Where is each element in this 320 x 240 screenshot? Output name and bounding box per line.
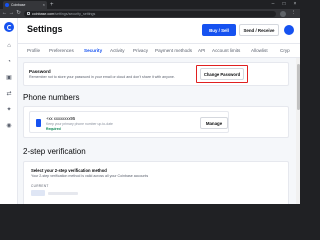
two-step-description: Your 2-step verification method is valid…: [31, 174, 149, 178]
url-path: /settings/security_settings: [54, 11, 96, 16]
tab-privacy[interactable]: Privacy: [133, 44, 148, 57]
phone-number: +xx xxxxxxxx95: [46, 116, 76, 121]
page-title: Settings: [27, 24, 63, 34]
password-card: Password Remember not to store your pass…: [23, 62, 289, 86]
rewards-icon[interactable]: ✦: [5, 106, 13, 114]
lock-icon: [27, 12, 30, 15]
password-title: Password: [29, 69, 51, 74]
browser-tab[interactable]: Coinbase ×: [3, 1, 47, 9]
phone-icon: [36, 119, 41, 127]
scrollbar-thumb[interactable]: [296, 64, 300, 110]
two-step-heading: 2-step verification: [23, 147, 86, 156]
url-text: coinbase.com/settings/security_settings: [32, 12, 95, 16]
window-close-icon[interactable]: ×: [290, 0, 300, 9]
current-method-label: CURRENT: [31, 184, 49, 188]
left-nav-rail: ⌂ ◔ ▣ ⇄ ✦ ◉: [0, 18, 18, 204]
coinbase-logo-icon[interactable]: [4, 22, 14, 32]
home-icon[interactable]: ⌂: [5, 42, 13, 50]
forward-icon[interactable]: →: [8, 9, 15, 18]
required-badge: Required: [46, 127, 61, 131]
app-header: Settings Buy / Sell Send / Receive: [18, 18, 300, 44]
browser-tab-title: Coinbase: [11, 3, 26, 7]
phone-numbers-heading: Phone numbers: [23, 93, 80, 102]
browser-menu-icon[interactable]: ⋮: [290, 9, 297, 18]
avatar[interactable]: [284, 25, 294, 35]
tab-close-icon[interactable]: ×: [43, 3, 45, 7]
tab-api[interactable]: API: [198, 44, 205, 57]
tab-preferences[interactable]: Preferences: [49, 44, 74, 57]
browser-profile-icon[interactable]: [280, 10, 286, 17]
tab-activity[interactable]: Activity: [110, 44, 125, 57]
portfolio-icon[interactable]: ◔: [5, 58, 13, 66]
new-tab-icon[interactable]: +: [50, 1, 54, 9]
reload-icon[interactable]: ↻: [15, 9, 22, 18]
phone-description: Keep your primary phone number up-to-dat…: [46, 121, 113, 126]
password-description: Remember not to store your password in y…: [29, 75, 175, 79]
tab-profile[interactable]: Profile: [27, 44, 40, 57]
coinbase-app: ⌂ ◔ ▣ ⇄ ✦ ◉ Settings Buy / Sell Send / R…: [0, 18, 300, 204]
tab-crypto[interactable]: Cryp: [280, 44, 290, 57]
buy-sell-button[interactable]: Buy / Sell: [202, 24, 236, 36]
current-method-row[interactable]: [48, 192, 78, 195]
tab-allowlist[interactable]: Allowlist: [251, 44, 268, 57]
browser-toolbar: ← → ↻ coinbase.com/settings/security_set…: [0, 9, 300, 18]
maximize-icon[interactable]: □: [279, 0, 289, 9]
url-host: coinbase.com: [32, 11, 55, 16]
phone-entry: +xx xxxxxxxx95 Keep your primary phone n…: [29, 111, 229, 133]
tab-payment-methods[interactable]: Payment methods: [155, 44, 192, 57]
scrollbar[interactable]: [296, 58, 300, 204]
two-step-title: Select your 2-step verification method: [31, 168, 107, 173]
send-receive-button[interactable]: Send / Receive: [239, 24, 279, 36]
assets-icon[interactable]: ▣: [5, 74, 13, 82]
back-icon[interactable]: ←: [1, 9, 8, 18]
minimize-icon[interactable]: –: [268, 0, 278, 9]
coinbase-favicon-icon: [5, 3, 9, 7]
two-step-card: Select your 2-step verification method Y…: [23, 161, 289, 204]
tab-security[interactable]: Security: [84, 44, 102, 57]
trade-icon[interactable]: ⇄: [5, 90, 13, 98]
tab-account-limits[interactable]: Account limits: [212, 44, 240, 57]
notifications-icon[interactable]: ◉: [5, 122, 13, 130]
highlight-box: [196, 65, 248, 83]
phone-card: +xx xxxxxxxx95 Keep your primary phone n…: [23, 106, 289, 138]
browser-titlebar: Coinbase × + – □ ×: [0, 0, 300, 9]
current-method-icon: [31, 190, 45, 196]
settings-tabs: Profile Preferences Security Activity Pr…: [18, 44, 300, 58]
manage-phone-button[interactable]: Manage: [200, 117, 228, 129]
coinbase-c-mark: [6, 24, 12, 30]
settings-content: Password Remember not to store your pass…: [18, 58, 300, 204]
address-bar[interactable]: coinbase.com/settings/security_settings: [24, 10, 276, 17]
